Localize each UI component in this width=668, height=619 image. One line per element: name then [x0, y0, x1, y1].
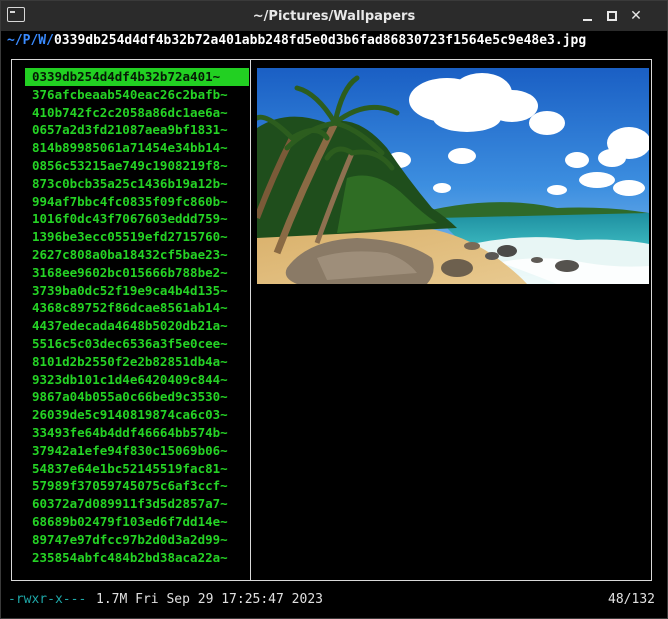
file-list-item[interactable]: 235854abfc484b2bd38aca22a~: [25, 549, 249, 567]
title-bar[interactable]: ~/Pictures/Wallpapers ✕: [1, 1, 667, 31]
file-list-item[interactable]: 57989f37059745075c6af3ccf~: [25, 477, 249, 495]
file-position: 48/132: [608, 592, 655, 607]
file-list-item[interactable]: 4437edecada4648b5020db21a~: [25, 317, 249, 335]
file-list-item[interactable]: 814b89985061a71454e34bb14~: [25, 139, 249, 157]
file-list-item[interactable]: 4368c89752f86dcae8561ab14~: [25, 299, 249, 317]
file-list-item[interactable]: 2627c808a0ba18432cf5bae23~: [25, 246, 249, 264]
current-path: ~/P/W/0339db254d4df4b32b72a401abb248fd5e…: [7, 32, 586, 50]
file-list-item[interactable]: 26039de5c9140819874ca6c03~: [25, 406, 249, 424]
file-list-item[interactable]: 54837e64e1bc52145519fac81~: [25, 460, 249, 478]
path-filename: 0339db254d4df4b32b72a401abb248fd5e0d3b6f…: [53, 33, 587, 48]
pane-divider: [250, 59, 251, 581]
file-list-item[interactable]: 89747e97dfcc97b2d0d3a2d99~: [25, 531, 249, 549]
file-list-item[interactable]: 994af7bbc4fc0835f09fc860b~: [25, 193, 249, 211]
file-list-item[interactable]: 9867a04b055a0c66bed9c3530~: [25, 388, 249, 406]
status-bar: -rwxr-x--- 1.7M Fri Sep 29 17:25:47 2023…: [1, 589, 667, 611]
window-title: ~/Pictures/Wallpapers: [252, 9, 416, 24]
path-directory: ~/P/W/: [7, 33, 54, 48]
minimize-icon[interactable]: [579, 8, 595, 24]
maximize-icon[interactable]: [604, 8, 620, 24]
file-list-item[interactable]: 1016f0dc43f7067603eddd759~: [25, 210, 249, 228]
file-list-item[interactable]: 33493fe64b4ddf46664bb574b~: [25, 424, 249, 442]
file-list-item[interactable]: 376afcbeaab540eac26c2bafb~: [25, 86, 249, 104]
file-list-item[interactable]: 3168ee9602bc015666b788be2~: [25, 264, 249, 282]
file-list-item[interactable]: 0856c53215ae749c1908219f8~: [25, 157, 249, 175]
file-list-item[interactable]: 3739ba0dc52f19e9ca4b4d135~: [25, 282, 249, 300]
file-list-item-selected[interactable]: 0339db254d4df4b32b72a401~: [25, 68, 249, 86]
terminal-window: ~/Pictures/Wallpapers ✕ ~/P/W/0339db254d…: [0, 0, 668, 619]
file-metadata: 1.7M Fri Sep 29 17:25:47 2023: [96, 592, 323, 607]
file-list: 0339db254d4df4b32b72a401~ 376afcbeaab540e…: [25, 68, 249, 566]
file-permissions: -rwxr-x---: [8, 592, 87, 607]
close-icon[interactable]: ✕: [628, 8, 644, 24]
file-list-item[interactable]: 68689b02479f103ed6f7dd14e~: [25, 513, 249, 531]
file-list-item[interactable]: 873c0bcb35a25c1436b19a12b~: [25, 175, 249, 193]
file-list-item[interactable]: 5516c5c03dec6536a3f5e0cee~: [25, 335, 249, 353]
file-list-item[interactable]: 0657a2d3fd21087aea9bf1831~: [25, 121, 249, 139]
file-list-item[interactable]: 410b742fc2c2058a86dc1ae6a~: [25, 104, 249, 122]
file-list-item[interactable]: 8101d2b2550f2e2b82851db4a~: [25, 353, 249, 371]
file-list-item[interactable]: 37942a1efe94f830c15069b06~: [25, 442, 249, 460]
file-list-item[interactable]: 1396be3ecc05519efd2715760~: [25, 228, 249, 246]
file-list-item[interactable]: 9323db101c1d4e6420409c844~: [25, 371, 249, 389]
image-preview: [257, 68, 649, 284]
file-list-item[interactable]: 60372a7d089911f3d5d2857a7~: [25, 495, 249, 513]
beach-image: [257, 68, 649, 284]
